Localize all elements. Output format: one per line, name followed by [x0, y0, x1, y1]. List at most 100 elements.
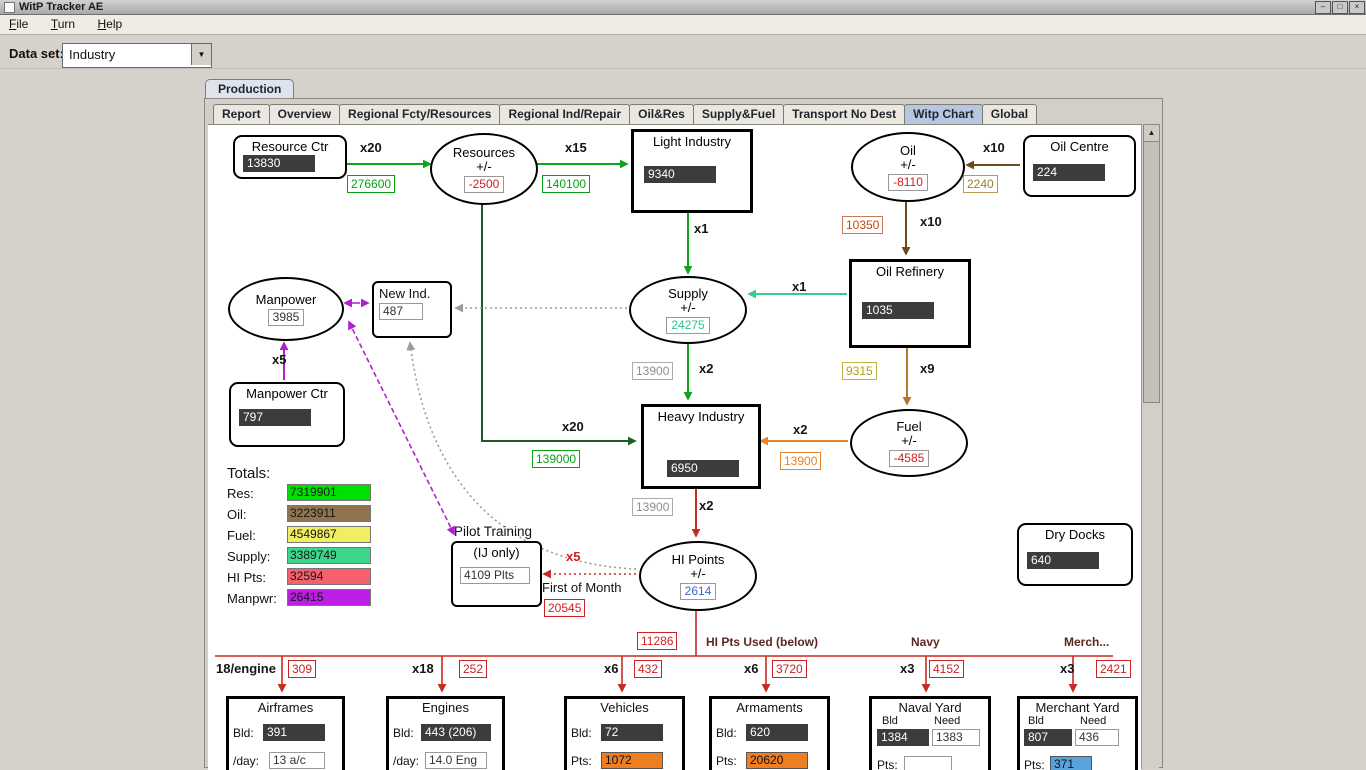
- totals-value-manpwr: 26415: [287, 589, 371, 606]
- multiplier-armaments: x6: [744, 661, 759, 676]
- box-engines: Engines Bld: 443 (206) /day: 14.0 Eng: [386, 696, 505, 770]
- bld-value: 620: [746, 724, 808, 741]
- node-oil-refinery: Oil Refinery 1035: [849, 259, 971, 348]
- node-resource-ctr: Resource Ctr 13830: [233, 135, 347, 179]
- box-title: Naval Yard: [898, 700, 962, 715]
- navy-label: Navy: [911, 635, 940, 649]
- flow-value-engines: 252: [459, 660, 488, 678]
- bld-value: 807: [1024, 729, 1072, 746]
- vertical-scrollbar[interactable]: ▲: [1141, 124, 1160, 769]
- tab-regional-ind-repair[interactable]: Regional Ind/Repair: [499, 104, 631, 125]
- first-of-month-label: First of Month: [542, 580, 622, 595]
- node-label: Manpower: [255, 291, 317, 307]
- totals-value-oil: 3223911: [287, 505, 371, 522]
- menu-help[interactable]: Help: [89, 15, 132, 31]
- flow-value-resources-to-li: 140100: [542, 175, 591, 193]
- multiplier-vehicles: x6: [604, 661, 619, 676]
- node-dry-docks: Dry Docks 640: [1017, 523, 1133, 586]
- tab-oil-res[interactable]: Oil&Res: [629, 104, 694, 125]
- tab-global[interactable]: Global: [981, 104, 1038, 125]
- menu-turn[interactable]: Turn: [42, 15, 84, 31]
- node-label: Resources: [452, 144, 516, 160]
- node-value: 6950: [667, 460, 739, 477]
- node-manpower: Manpower 3985: [228, 277, 344, 341]
- pts-label: Pts:: [716, 754, 737, 768]
- maximize-button[interactable]: □: [1332, 1, 1348, 14]
- tab-witp-chart[interactable]: Witp Chart: [904, 104, 983, 125]
- node-label: Heavy Industry: [657, 409, 745, 424]
- minimize-button[interactable]: –: [1315, 1, 1331, 14]
- bld-label: Bld:: [233, 726, 254, 740]
- flow-value-res-to-resources: 276600: [347, 175, 396, 193]
- tab-supply-fuel[interactable]: Supply&Fuel: [692, 104, 785, 125]
- node-value: 24275: [666, 316, 710, 334]
- multiplier-oilcentre-to-oil: x10: [983, 140, 1005, 155]
- multiplier-refinery-to-fuel: x9: [920, 361, 935, 376]
- node-label: Resource Ctr: [251, 139, 329, 154]
- node-label: Dry Docks: [1045, 527, 1105, 542]
- dataset-selected-value: Industry: [69, 47, 116, 62]
- multiplier-airframes: 18/engine: [216, 661, 276, 676]
- node-value: 9340: [644, 166, 716, 183]
- node-label: Fuel: [896, 418, 922, 434]
- node-oil: Oil +/- -8110: [851, 132, 965, 202]
- flow-value-refinery-to-fuel: 9315: [842, 362, 877, 380]
- node-label: Manpower Ctr: [246, 386, 328, 401]
- box-title: Merchant Yard: [1035, 700, 1120, 715]
- scrollbar-up-button[interactable]: ▲: [1143, 124, 1160, 142]
- pts-label: Pts:: [877, 758, 898, 770]
- flow-value-first-of-month: 20545: [544, 599, 586, 617]
- combobox-dropdown-button[interactable]: ▼: [191, 44, 211, 65]
- flow-value-armaments: 3720: [772, 660, 807, 678]
- flow-value-supply-to-hi: 13900: [632, 362, 674, 380]
- need-header: Need: [1080, 715, 1107, 727]
- per-day-value: 14.0 Eng: [425, 752, 487, 769]
- node-label: Light Industry: [652, 134, 732, 149]
- node-hi-points: HI Points +/- 2614: [639, 541, 757, 611]
- multiplier-hi-to-hipoints: x2: [699, 498, 714, 513]
- box-armaments: Armaments Bld: 620 Pts: 20620: [709, 696, 830, 770]
- bld-value: 443 (206): [421, 724, 491, 741]
- flow-value-naval: 4152: [929, 660, 964, 678]
- tab-transport-no-dest[interactable]: Transport No Dest: [783, 104, 906, 125]
- node-label: New Ind.: [379, 286, 431, 301]
- tab-regional-fcty-resources[interactable]: Regional Fcty/Resources: [339, 104, 501, 125]
- tab-report[interactable]: Report: [213, 104, 270, 125]
- node-sublabel: +/-: [690, 565, 706, 581]
- hi-pts-used-label: HI Pts Used (below): [706, 635, 819, 649]
- tab-overview[interactable]: Overview: [268, 104, 341, 125]
- pilot-training-title: Pilot Training: [454, 524, 533, 539]
- node-sublabel: +/-: [680, 299, 696, 315]
- multiplier-refinery-to-supply: x1: [792, 279, 807, 294]
- box-title: Airframes: [257, 700, 314, 715]
- multiplier-resources-to-hi: x20: [562, 419, 584, 434]
- multiplier-supply-to-hi: x2: [699, 361, 714, 376]
- minimize-icon: –: [1320, 2, 1326, 11]
- close-button[interactable]: ×: [1349, 1, 1365, 14]
- node-oil-centre: Oil Centre 224: [1023, 135, 1136, 197]
- node-sublabel: (IJ only): [473, 545, 520, 560]
- need-value: 436: [1075, 729, 1119, 746]
- node-new-ind: New Ind. 487: [372, 281, 452, 338]
- need-header: Need: [934, 715, 961, 727]
- multiplier-naval: x3: [900, 661, 915, 676]
- box-title: Engines: [422, 700, 469, 715]
- totals-label-manpwr: Manpwr:: [227, 591, 277, 606]
- scrollbar-thumb[interactable]: [1143, 141, 1160, 403]
- tab-production[interactable]: Production: [205, 79, 295, 99]
- box-merchant-yard: Merchant Yard Bld Need 807 436 Pts: 371: [1017, 696, 1138, 770]
- menu-file[interactable]: File: [0, 15, 37, 31]
- totals-value-hi-pts: 32594: [287, 568, 371, 585]
- multiplier-manpowerctr-to-manpower: x5: [272, 352, 287, 367]
- node-value: 13830: [243, 155, 315, 172]
- node-value: 224: [1033, 164, 1105, 181]
- node-value: 3985: [267, 308, 305, 326]
- totals-label-oil: Oil:: [227, 507, 247, 522]
- box-title: Vehicles: [600, 700, 649, 715]
- multiplier-res-to-resources: x20: [360, 140, 382, 155]
- chevron-down-icon: ▼: [197, 50, 206, 59]
- node-heavy-industry: Heavy Industry 6950: [641, 404, 761, 489]
- flow-value-fuel-to-hi: 13900: [780, 452, 822, 470]
- dataset-combobox[interactable]: Industry ▼: [62, 43, 212, 68]
- per-day-label: /day:: [233, 754, 260, 768]
